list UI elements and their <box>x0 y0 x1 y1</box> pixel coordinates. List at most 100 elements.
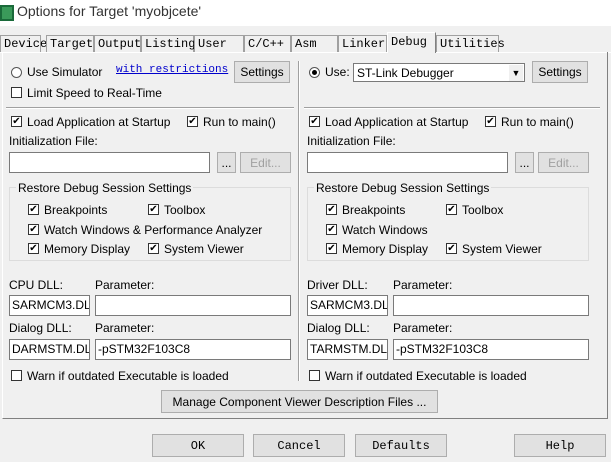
right-browse-label: ... <box>519 155 530 170</box>
ok-label: OK <box>190 438 206 453</box>
use-label: Use: <box>325 65 350 79</box>
right-browse-button[interactable]: ... <box>515 152 534 173</box>
tab-listing[interactable]: Listing <box>141 35 195 52</box>
right-dialog-param-label: Parameter: <box>393 321 453 335</box>
left-warn-checkbox[interactable] <box>11 370 22 381</box>
left-load-app-label: Load Application at Startup <box>27 115 171 129</box>
right-dialog-dll-label: Dialog DLL: <box>307 321 370 335</box>
right-dialog-dll-input[interactable]: TARMSTM.DLL <box>307 339 388 360</box>
left-restore-group-title: Restore Debug Session Settings <box>16 181 194 195</box>
debugger-select[interactable]: ST-Link Debugger ▼ <box>353 63 525 82</box>
restrictions-link[interactable]: with restrictions <box>116 64 228 76</box>
ok-button[interactable]: OK <box>152 434 244 457</box>
left-watch-checkbox[interactable]: ✔ <box>28 224 39 235</box>
use-simulator-label: Use Simulator <box>27 65 103 79</box>
left-edit-button[interactable]: Edit... <box>240 152 291 173</box>
left-init-file-label: Initialization File: <box>9 134 98 148</box>
debugger-settings-button[interactable]: Settings <box>532 61 588 83</box>
manage-component-viewer-button[interactable]: Manage Component Viewer Description File… <box>161 390 438 413</box>
right-separator-highlight <box>304 108 600 109</box>
debugger-select-value: ST-Link Debugger <box>357 66 454 80</box>
left-toolbox-label: Toolbox <box>164 203 206 217</box>
left-warn-label: Warn if outdated Executable is loaded <box>27 369 229 383</box>
limit-speed-label: Limit Speed to Real-Time <box>27 86 162 100</box>
cpu-dll-label: CPU DLL: <box>9 278 64 292</box>
left-dialog-param-label: Parameter: <box>95 321 155 335</box>
left-browse-label: ... <box>221 155 232 170</box>
right-warn-checkbox[interactable] <box>309 370 320 381</box>
driver-param-input[interactable] <box>393 295 589 316</box>
left-load-app-checkbox[interactable]: ✔ <box>11 116 22 127</box>
right-memory-label: Memory Display <box>342 242 429 256</box>
right-sysviewer-label: System Viewer <box>462 242 542 256</box>
right-load-app-checkbox[interactable]: ✔ <box>309 116 320 127</box>
app-icon <box>0 5 14 21</box>
tab-user[interactable]: User <box>194 35 244 52</box>
debugger-settings-label: Settings <box>538 65 582 79</box>
simulator-settings-button[interactable]: Settings <box>234 61 290 83</box>
left-sysviewer-checkbox[interactable]: ✔ <box>148 243 159 254</box>
left-breakpoints-checkbox[interactable]: ✔ <box>28 204 39 215</box>
right-restore-group-title: Restore Debug Session Settings <box>314 181 492 195</box>
tab-debug[interactable]: Debug <box>387 32 436 53</box>
right-edit-label: Edit... <box>548 155 579 170</box>
right-breakpoints-checkbox[interactable]: ✔ <box>326 204 337 215</box>
right-memory-checkbox[interactable]: ✔ <box>326 243 337 254</box>
cpu-dll-input[interactable]: SARMCM3.DLL <box>9 295 90 316</box>
left-run-to-main-label: Run to main() <box>203 115 276 129</box>
tab-device[interactable]: Device <box>0 35 47 52</box>
right-init-file-label: Initialization File: <box>307 134 396 148</box>
right-watch-label: Watch Windows <box>342 223 428 237</box>
left-toolbox-checkbox[interactable]: ✔ <box>148 204 159 215</box>
left-sysviewer-label: System Viewer <box>164 242 244 256</box>
right-warn-label: Warn if outdated Executable is loaded <box>325 369 527 383</box>
left-breakpoints-label: Breakpoints <box>44 203 108 217</box>
tab-target[interactable]: Target <box>46 35 94 52</box>
tab-asm[interactable]: Asm <box>291 35 338 52</box>
use-debugger-radio[interactable] <box>309 67 320 78</box>
tab-cc[interactable]: C/C++ <box>244 35 291 52</box>
left-watch-label: Watch Windows & Performance Analyzer <box>44 223 263 237</box>
left-dialog-dll-label: Dialog DLL: <box>9 321 72 335</box>
right-edit-button[interactable]: Edit... <box>538 152 589 173</box>
left-memory-label: Memory Display <box>44 242 131 256</box>
defaults-label: Defaults <box>372 438 430 453</box>
manage-component-viewer-label: Manage Component Viewer Description File… <box>172 394 427 409</box>
tab-utilities[interactable]: Utilities <box>436 35 505 52</box>
right-init-file-input[interactable] <box>307 152 508 173</box>
left-init-file-input[interactable] <box>9 152 210 173</box>
help-button[interactable]: Help <box>514 434 606 457</box>
left-separator-highlight <box>6 108 294 109</box>
right-watch-checkbox[interactable]: ✔ <box>326 224 337 235</box>
cpu-param-input[interactable] <box>95 295 291 316</box>
tab-output[interactable]: Output <box>94 35 141 52</box>
left-memory-checkbox[interactable]: ✔ <box>28 243 39 254</box>
left-run-to-main-checkbox[interactable]: ✔ <box>187 116 198 127</box>
window-title: Options for Target 'myobjcete' <box>17 3 202 19</box>
right-run-to-main-checkbox[interactable]: ✔ <box>485 116 496 127</box>
right-sysviewer-checkbox[interactable]: ✔ <box>446 243 457 254</box>
chevron-down-icon: ▼ <box>509 65 523 81</box>
use-simulator-radio[interactable] <box>11 67 22 78</box>
cpu-param-label: Parameter: <box>95 278 155 292</box>
limit-speed-checkbox[interactable] <box>11 87 22 98</box>
panel-divider-highlight <box>299 61 300 381</box>
right-load-app-label: Load Application at Startup <box>325 115 469 129</box>
left-browse-button[interactable]: ... <box>217 152 236 173</box>
right-toolbox-checkbox[interactable]: ✔ <box>446 204 457 215</box>
right-run-to-main-label: Run to main() <box>501 115 574 129</box>
simulator-settings-label: Settings <box>240 65 284 79</box>
tab-linker[interactable]: Linker <box>338 35 387 52</box>
driver-dll-input[interactable]: SARMCM3.DLL <box>307 295 388 316</box>
left-edit-label: Edit... <box>250 155 281 170</box>
driver-dll-label: Driver DLL: <box>307 278 368 292</box>
help-label: Help <box>545 438 575 453</box>
left-dialog-dll-input[interactable]: DARMSTM.DLL <box>9 339 90 360</box>
defaults-button[interactable]: Defaults <box>355 434 447 457</box>
right-toolbox-label: Toolbox <box>462 203 504 217</box>
left-dialog-param-input[interactable]: -pSTM32F103C8 <box>95 339 291 360</box>
cancel-button[interactable]: Cancel <box>253 434 345 457</box>
right-breakpoints-label: Breakpoints <box>342 203 406 217</box>
cancel-label: Cancel <box>277 438 321 453</box>
right-dialog-param-input[interactable]: -pSTM32F103C8 <box>393 339 589 360</box>
